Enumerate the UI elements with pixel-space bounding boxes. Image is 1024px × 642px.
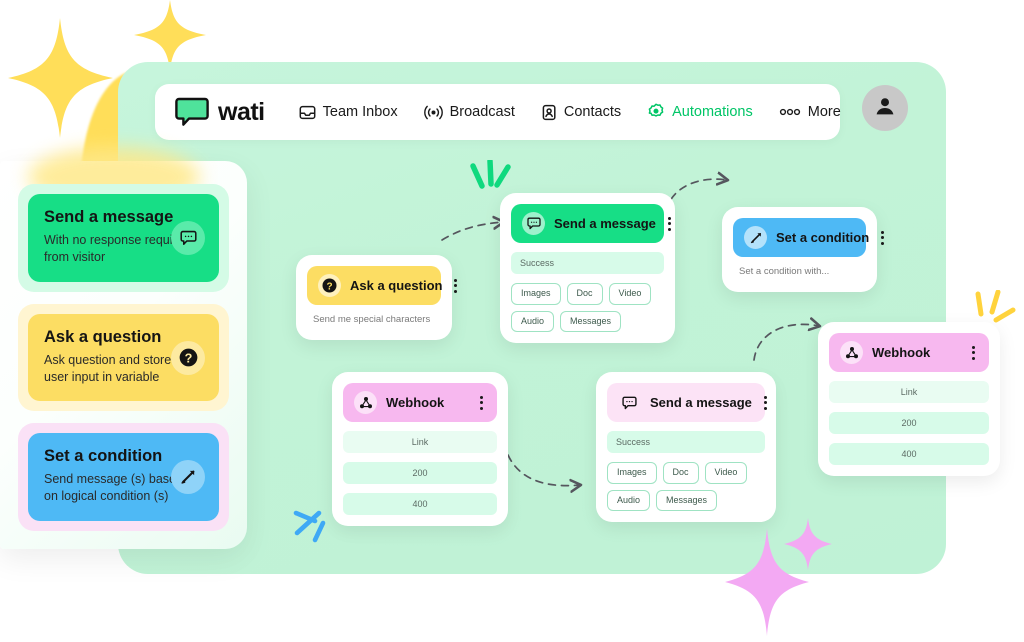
- palette-card-send-message[interactable]: Send a message With no response required…: [18, 184, 229, 292]
- node-title-webhook-2: Webhook: [872, 345, 931, 360]
- illustration-stage: wati Team Inbox Broadcast Contacts Autom…: [0, 0, 1024, 642]
- nav-label-automations: Automations: [672, 104, 753, 120]
- node-chips-1: Images Doc Video Audio Messages: [511, 283, 664, 333]
- palette-card-ask-question[interactable]: Ask a question Ask question and store us…: [18, 303, 229, 412]
- node-title-set-condition: Set a condition: [776, 230, 870, 245]
- kebab-menu-icon[interactable]: [969, 344, 978, 362]
- chip-messages[interactable]: Messages: [560, 310, 622, 333]
- node-field-success-2[interactable]: Success: [607, 431, 765, 453]
- chat-bubble-logo-icon: [175, 97, 209, 127]
- node-header-send-message-2[interactable]: Send a message: [607, 383, 767, 422]
- node-palette-sidebar: Send a message With no response required…: [0, 147, 247, 549]
- nav-item-broadcast[interactable]: Broadcast: [423, 104, 515, 121]
- gear-icon: [647, 103, 665, 121]
- node-subtext-ask-question: Send me special characters: [313, 314, 431, 325]
- inbox-icon: [299, 104, 316, 121]
- user-avatar-icon: [873, 94, 897, 123]
- node-row-200-1[interactable]: 200: [343, 462, 497, 484]
- svg-text:?: ?: [184, 351, 192, 365]
- flow-node-ask-question[interactable]: ? Ask a question Send me special charact…: [296, 255, 458, 340]
- node-title-send-message-2: Send a message: [650, 395, 752, 410]
- flow-node-send-message-1[interactable]: Send a message Success Images Doc Video …: [500, 193, 675, 344]
- nav-label-team-inbox: Team Inbox: [322, 104, 398, 120]
- chip-images[interactable]: Images: [511, 283, 561, 305]
- chip-doc[interactable]: Doc: [566, 283, 603, 305]
- chip-messages[interactable]: Messages: [656, 489, 718, 512]
- node-title-webhook-1: Webhook: [386, 395, 445, 410]
- nav-label-broadcast: Broadcast: [449, 104, 515, 120]
- node-field-success-1[interactable]: Success: [511, 252, 664, 274]
- node-row-link-2[interactable]: Link: [829, 381, 989, 403]
- node-header-send-message-1[interactable]: Send a message: [511, 204, 671, 243]
- question-mark-icon: ?: [171, 340, 205, 375]
- node-row-200-2[interactable]: 200: [829, 412, 989, 434]
- more-dots-icon: [779, 107, 801, 117]
- webhook-icon: [354, 391, 377, 414]
- kebab-menu-icon[interactable]: [477, 394, 486, 412]
- palette-card-set-condition[interactable]: Set a condition Send message (s) based o…: [18, 423, 229, 532]
- nav-items: Team Inbox Broadcast Contacts Automation…: [299, 103, 841, 121]
- user-avatar[interactable]: [862, 85, 908, 131]
- chip-video[interactable]: Video: [704, 462, 748, 484]
- rocket-icon: [744, 226, 767, 249]
- flow-node-webhook-1[interactable]: Webhook Link 200 400: [332, 372, 508, 526]
- chip-audio[interactable]: Audio: [607, 489, 651, 512]
- contacts-icon: [541, 104, 557, 121]
- broadcast-icon: [423, 104, 443, 121]
- flow-node-webhook-2[interactable]: Webhook Link 200 400: [818, 322, 1000, 476]
- node-title-send-message-1: Send a message: [554, 216, 656, 231]
- kebab-menu-icon[interactable]: [878, 229, 887, 247]
- node-header-webhook-1[interactable]: Webhook: [343, 383, 497, 422]
- node-subtext-set-condition: Set a condition with...: [739, 266, 830, 277]
- node-row-link-1[interactable]: Link: [343, 431, 497, 453]
- nav-item-contacts[interactable]: Contacts: [541, 104, 621, 121]
- nav-label-contacts: Contacts: [563, 104, 622, 120]
- kebab-menu-icon[interactable]: [665, 215, 674, 233]
- chip-images[interactable]: Images: [607, 462, 657, 484]
- chat-bubble-icon: [522, 212, 545, 235]
- question-mark-icon: ?: [318, 274, 341, 297]
- nav-item-team-inbox[interactable]: Team Inbox: [299, 104, 398, 121]
- nav-label-more: More: [807, 104, 841, 120]
- top-navigation-bar: wati Team Inbox Broadcast Contacts Autom…: [155, 84, 841, 140]
- node-chips-2: Images Doc Video Audio Messages: [607, 462, 765, 512]
- node-header-ask-question[interactable]: ? Ask a question: [307, 266, 458, 305]
- brand-logo-group[interactable]: wati: [175, 97, 283, 127]
- svg-text:?: ?: [326, 281, 332, 292]
- kebab-menu-icon[interactable]: [761, 394, 770, 412]
- chat-bubble-icon: [171, 220, 205, 255]
- webhook-icon: [840, 341, 863, 364]
- brand-name: wati: [218, 97, 265, 126]
- nav-item-automations[interactable]: Automations: [647, 103, 753, 121]
- node-row-400-2[interactable]: 400: [829, 443, 989, 465]
- chat-bubble-icon: [618, 391, 641, 414]
- chip-doc[interactable]: Doc: [662, 462, 699, 484]
- chip-audio[interactable]: Audio: [511, 310, 555, 333]
- chip-video[interactable]: Video: [608, 283, 652, 305]
- sparkle-yellow-small: [134, 0, 206, 70]
- node-header-set-condition[interactable]: Set a condition: [733, 218, 885, 257]
- rocket-icon: [171, 460, 205, 495]
- node-title-ask-question: Ask a question: [350, 278, 443, 293]
- node-header-webhook-2[interactable]: Webhook: [829, 333, 989, 372]
- nav-item-more[interactable]: More: [779, 104, 841, 120]
- flow-node-send-message-2[interactable]: Send a message Success Images Doc Video …: [596, 372, 776, 523]
- flow-node-set-condition[interactable]: Set a condition Set a condition with...: [722, 207, 885, 292]
- node-row-400-1[interactable]: 400: [343, 493, 497, 515]
- kebab-menu-icon[interactable]: [451, 277, 460, 295]
